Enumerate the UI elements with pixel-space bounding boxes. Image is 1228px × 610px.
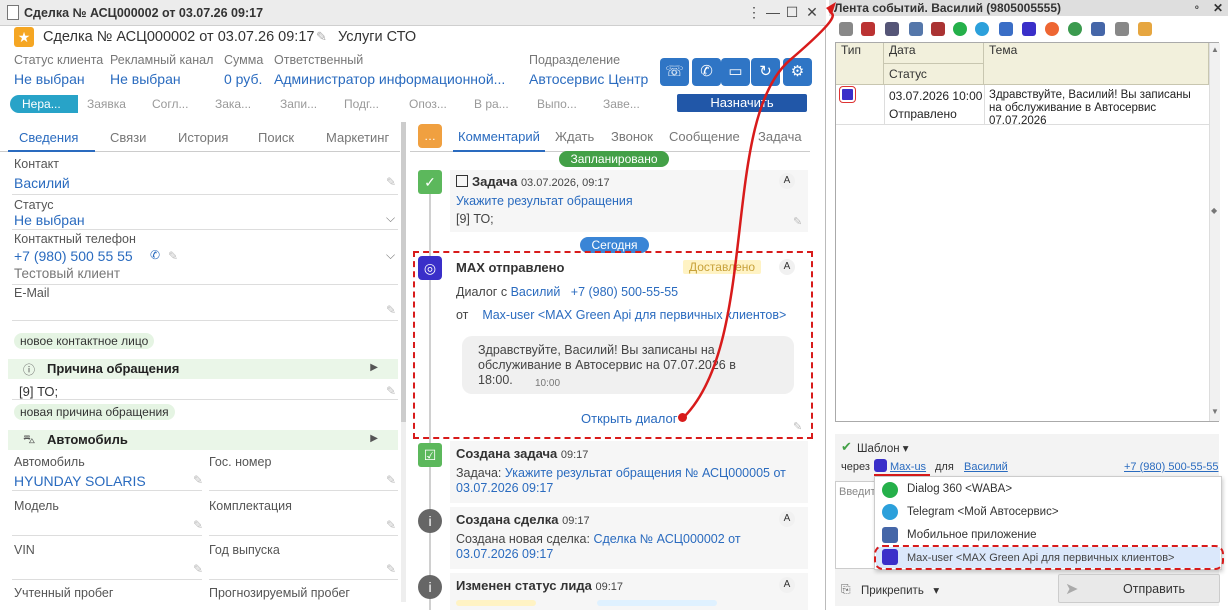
annotation-arrow — [683, 2, 836, 418]
